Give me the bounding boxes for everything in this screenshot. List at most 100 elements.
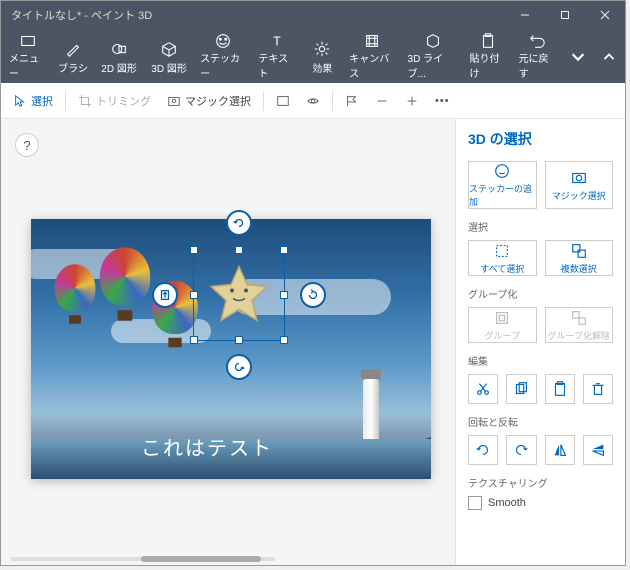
3d-library-icon — [424, 32, 442, 50]
resize-handle[interactable] — [280, 246, 288, 254]
copy-button[interactable] — [506, 374, 536, 404]
rotate-right-button[interactable] — [506, 435, 536, 465]
2d-shapes-icon — [110, 38, 128, 60]
star-sticker[interactable] — [207, 261, 271, 330]
text-button[interactable]: T テキスト — [252, 31, 301, 81]
zoom-out[interactable] — [369, 90, 395, 112]
section-texturing-label: テクスチャリング — [468, 475, 613, 490]
rotate-left-button[interactable] — [468, 435, 498, 465]
flip-vertical-button[interactable] — [583, 435, 613, 465]
resize-handle[interactable] — [190, 246, 198, 254]
canvas-button[interactable]: キャンバス — [343, 31, 401, 81]
effects-button[interactable]: 効果 — [301, 31, 343, 81]
window-title: タイトルなし* - ペイント 3D — [1, 7, 505, 23]
checkbox-icon — [468, 496, 482, 510]
magic-select-icon — [570, 169, 588, 187]
app-window: タイトルなし* - ペイント 3D メニュー ブラシ 2D 図形 3D 図形 ス… — [0, 0, 626, 566]
resize-handle[interactable] — [190, 291, 198, 299]
minimize-button[interactable] — [505, 1, 545, 29]
canvas-icon — [363, 32, 381, 50]
minus-icon — [375, 94, 389, 108]
flip-h-icon — [551, 441, 569, 459]
3d-view-icon — [276, 94, 290, 108]
more-tools[interactable]: ••• — [429, 91, 456, 111]
selection-toolbar: 選択 トリミング マジック選択 ••• — [1, 83, 625, 119]
magic-select-button[interactable]: マジック選択 — [545, 161, 614, 209]
multi-select-icon — [570, 242, 588, 260]
flag-icon — [345, 94, 359, 108]
canvas-text-object[interactable]: これはテスト — [141, 432, 273, 461]
close-button[interactable] — [585, 1, 625, 29]
section-select-label: 選択 — [468, 219, 613, 234]
delete-button[interactable] — [583, 374, 613, 404]
balloon-object[interactable] — [55, 264, 96, 324]
z-order-handle[interactable] — [152, 282, 178, 308]
resize-handle[interactable] — [235, 246, 243, 254]
magic-select-icon — [167, 94, 181, 108]
canvas-area[interactable]: ? これはテスト — [1, 119, 455, 565]
horizontal-scrollbar[interactable] — [11, 555, 275, 563]
resize-handle[interactable] — [235, 336, 243, 344]
section-group-label: グループ化 — [468, 286, 613, 301]
2d-shapes-button[interactable]: 2D 図形 — [94, 31, 144, 81]
flag-tool[interactable] — [339, 90, 365, 112]
rotate-handle-top[interactable] — [226, 210, 252, 236]
cursor-icon — [13, 94, 27, 108]
chevron-down-icon — [569, 45, 587, 67]
paste-icon — [479, 32, 497, 50]
select-all-icon — [493, 242, 511, 260]
collapse-ribbon-button[interactable] — [594, 31, 623, 81]
magic-select-tool[interactable]: マジック選択 — [161, 89, 257, 113]
side-panel: 3D の選択 ステッカーの追加 マジック選択 選択 すべて選択 — [455, 119, 625, 565]
group-button: グループ — [468, 307, 537, 343]
paste-button-panel[interactable] — [545, 374, 575, 404]
help-button[interactable]: ? — [15, 133, 39, 157]
rotate-left-icon — [474, 441, 492, 459]
crop-tool[interactable]: トリミング — [72, 89, 157, 113]
menu-button[interactable]: メニュー — [3, 31, 52, 81]
menu-icon — [19, 32, 37, 50]
selection-box[interactable] — [193, 249, 285, 341]
eye-view-toggle[interactable] — [300, 90, 326, 112]
title-bar: タイトルなし* - ペイント 3D — [1, 1, 625, 29]
add-sticker-button[interactable]: ステッカーの追加 — [468, 161, 537, 209]
zoom-in[interactable] — [399, 90, 425, 112]
paste-button[interactable]: 貼り付け — [464, 31, 513, 81]
flip-horizontal-button[interactable] — [545, 435, 575, 465]
scrollbar-thumb[interactable] — [141, 556, 261, 562]
resize-handle[interactable] — [280, 291, 288, 299]
more-dropdown[interactable] — [564, 31, 593, 81]
svg-text:T: T — [273, 35, 281, 49]
cut-icon — [474, 380, 492, 398]
brush-button[interactable]: ブラシ — [52, 31, 94, 81]
3d-shapes-button[interactable]: 3D 図形 — [144, 31, 194, 81]
main-area: ? これはテスト — [1, 119, 625, 565]
rotate-handle-right[interactable] — [300, 282, 326, 308]
eye-icon — [306, 94, 320, 108]
3d-view-toggle[interactable] — [270, 90, 296, 112]
ungroup-icon — [570, 309, 588, 327]
undo-icon — [528, 32, 546, 50]
rotate-handle-bottom[interactable] — [226, 354, 252, 380]
resize-handle[interactable] — [280, 336, 288, 344]
3d-library-button[interactable]: 3D ライブ... — [402, 31, 464, 81]
select-tool[interactable]: 選択 — [7, 89, 59, 113]
trash-icon — [589, 380, 607, 398]
cut-button[interactable] — [468, 374, 498, 404]
lighthouse-object — [363, 369, 381, 449]
balloon-object[interactable] — [100, 247, 150, 321]
resize-handle[interactable] — [190, 336, 198, 344]
ribbon-toolbar: メニュー ブラシ 2D 図形 3D 図形 ステッカー T テキスト 効果 キャン — [1, 29, 625, 83]
undo-button[interactable]: 元に戻す — [513, 31, 562, 81]
smooth-checkbox[interactable]: Smooth — [468, 496, 613, 510]
flip-v-icon — [589, 441, 607, 459]
multi-select-button[interactable]: 複数選択 — [545, 240, 614, 276]
sticker-button[interactable]: ステッカー — [194, 31, 252, 81]
section-edit-label: 編集 — [468, 353, 613, 368]
brush-icon — [64, 38, 82, 60]
maximize-button[interactable] — [545, 1, 585, 29]
rotate-right-icon — [512, 441, 530, 459]
sticker-icon — [214, 32, 232, 50]
select-all-button[interactable]: すべて選択 — [468, 240, 537, 276]
text-icon: T — [268, 32, 286, 50]
